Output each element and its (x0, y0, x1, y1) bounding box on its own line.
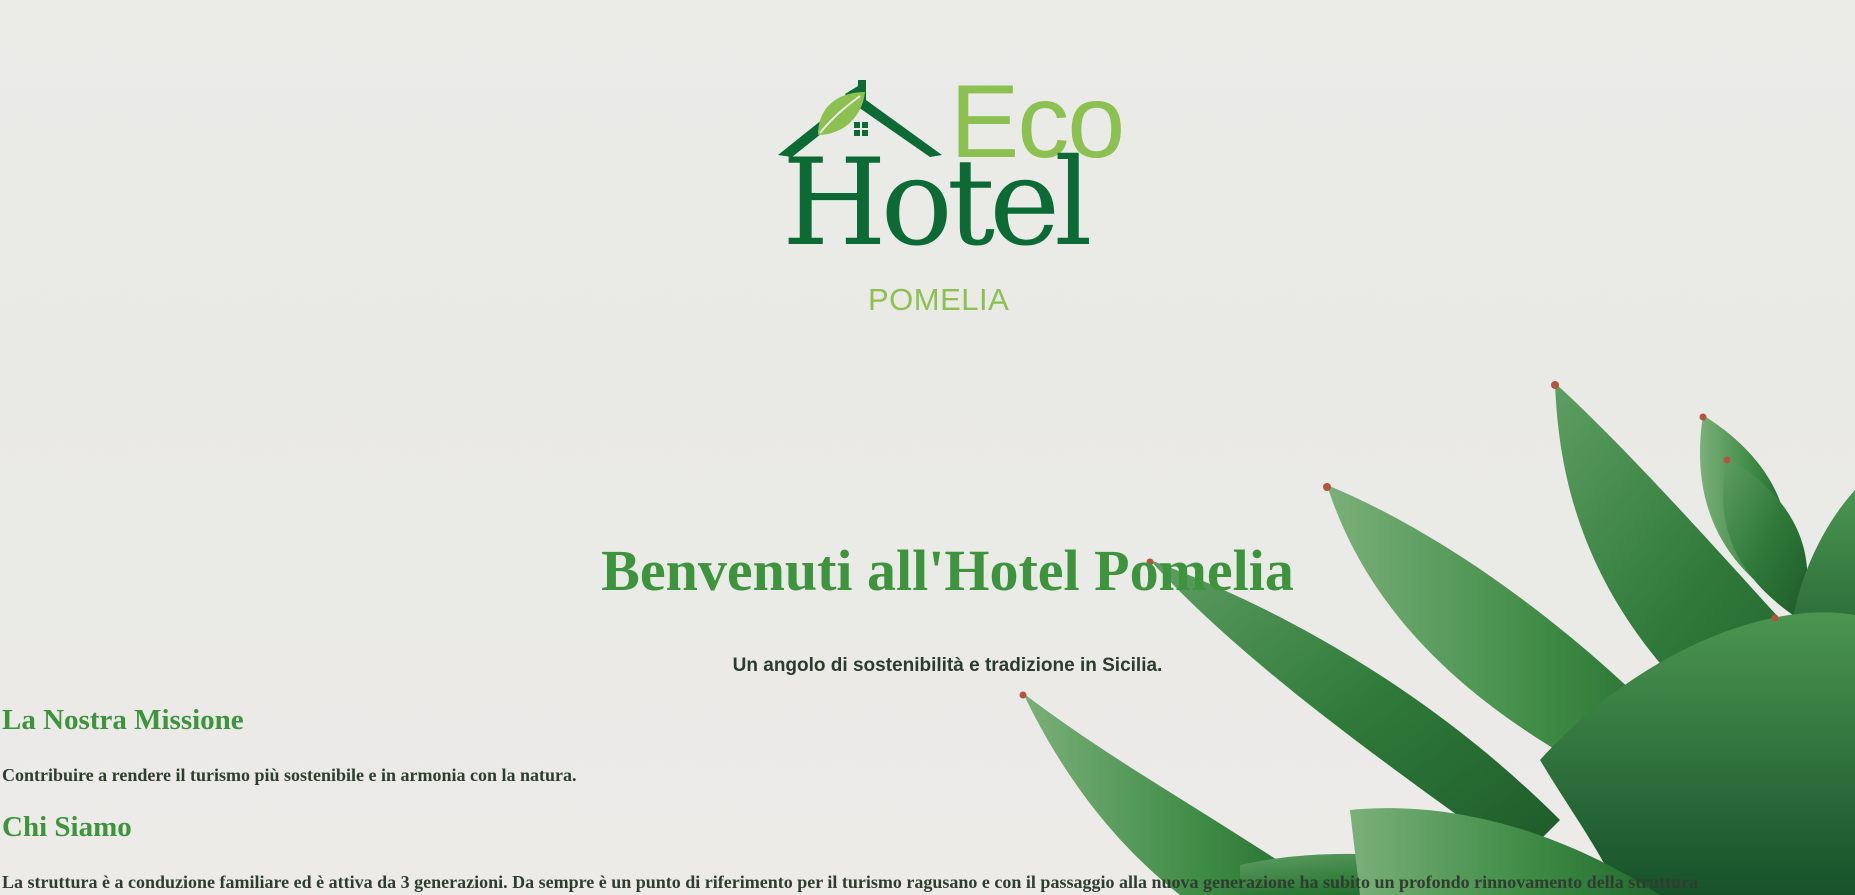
about-text: La struttura è a conduzione familiare ed… (2, 872, 1699, 892)
about-heading: Chi Siamo (2, 811, 132, 843)
mission-heading: La Nostra Missione (2, 704, 244, 736)
logo-hotel-text: Hotel (782, 134, 1093, 273)
mission-text: Contribuire a rendere il turismo più sos… (2, 765, 577, 785)
eco-hotel-pomelia-logo[interactable]: Eco Hotel POMELIA (770, 70, 1130, 330)
hero-tagline: Un angolo di sostenibilità e tradizione … (732, 655, 1163, 676)
page-title: Benvenuti all'Hotel Pomelia (601, 538, 1294, 603)
logo-pomelia-text: POMELIA (868, 282, 1010, 317)
